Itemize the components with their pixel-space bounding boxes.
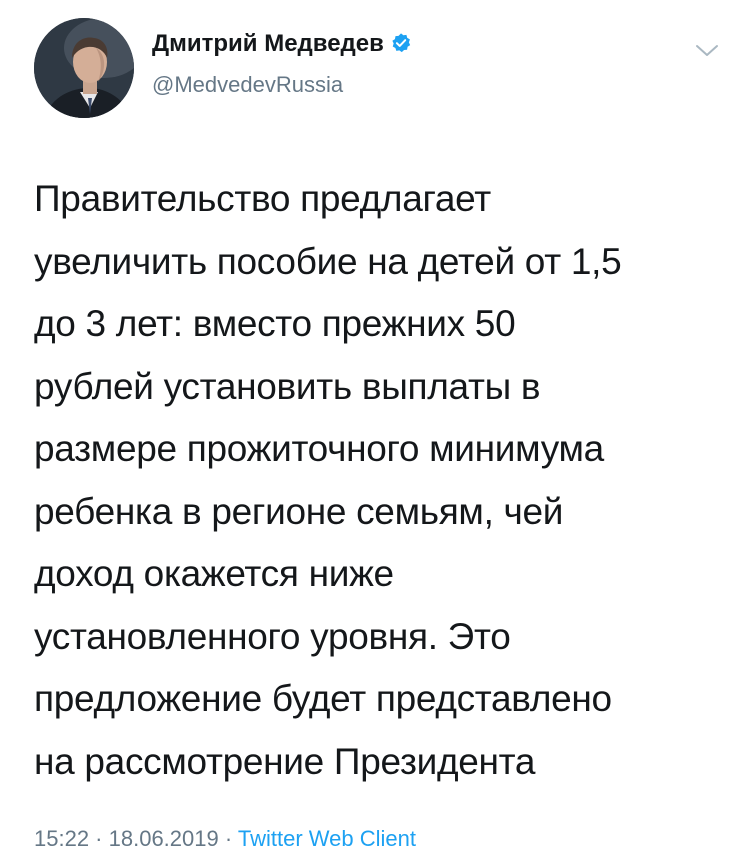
meta-separator: · <box>89 826 109 851</box>
author-handle[interactable]: @MedvedevRussia <box>152 72 343 98</box>
tweet-line: увеличить пособие на детей от 1,5 <box>34 240 622 282</box>
tweet-line: на рассмотрение Президента <box>34 740 536 782</box>
tweet-metadata: 15:22 · 18.06.2019 · Twitter Web Client <box>34 826 416 852</box>
user-photo-icon <box>34 18 134 118</box>
tweet-line: ребенка в регионе семьям, чей <box>34 490 564 532</box>
tweet-source-link[interactable]: Twitter Web Client <box>238 826 416 851</box>
author-name-text[interactable]: Дмитрий Медведев <box>152 30 384 57</box>
tweet-line: до 3 лет: вместо прежних 50 <box>34 303 516 344</box>
tweet-time[interactable]: 15:22 <box>34 826 89 851</box>
tweet-line: Правительство предлагает <box>34 178 491 219</box>
tweet-line: рублей установить выплаты в <box>34 365 541 407</box>
tweet-date[interactable]: 18.06.2019 <box>109 826 219 851</box>
tweet-text: Правительство предлагает увеличить пособ… <box>34 168 724 793</box>
tweet-card: Дмитрий Медведев @MedvedevRussia Правите… <box>0 0 749 864</box>
tweet-line: установленного уровня. Это <box>34 615 511 657</box>
verified-badge-icon <box>392 33 411 53</box>
tweet-line: размере прожиточного минимума <box>34 428 604 469</box>
chevron-down-icon[interactable] <box>694 42 720 60</box>
tweet-line: доход окажется ниже <box>34 553 394 594</box>
tweet-line: предложение будет представлено <box>34 678 612 719</box>
meta-separator: · <box>218 826 238 851</box>
author-name[interactable]: Дмитрий Медведев <box>152 30 412 58</box>
avatar[interactable] <box>34 18 134 118</box>
